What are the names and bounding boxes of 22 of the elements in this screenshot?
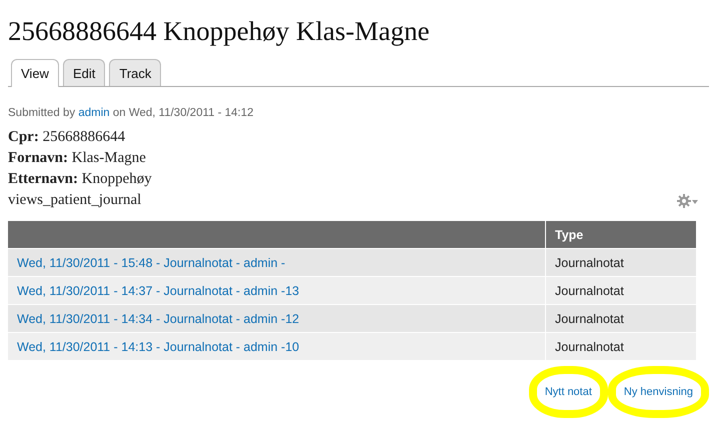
field-line: Etternavn: Knoppehøy xyxy=(8,170,153,189)
table-cell: Journalnotat xyxy=(546,248,696,276)
field-line: Fornavn: Klas-Magne xyxy=(8,149,147,168)
field-line: Cpr: 25668886644 xyxy=(8,128,126,147)
table-cell: Journalnotat xyxy=(546,332,696,360)
journal-link[interactable]: Wed, 11/30/2011 - 14:13 - Journalnotat - admin -10 xyxy=(17,340,300,354)
column-header: Type xyxy=(546,221,696,248)
journal-link[interactable]: Wed, 11/30/2011 - 14:37 - Journalnotat - admin -13 xyxy=(17,284,300,298)
action-link[interactable]: Nytt notat xyxy=(528,366,608,418)
view-name: views_patient_journal xyxy=(8,191,142,210)
tab[interactable]: Edit xyxy=(62,59,106,86)
table-cell: Journalnotat xyxy=(546,304,696,332)
submitted-line: Submitted by admin on Wed, 11/30/2011 - 14:12 xyxy=(8,107,255,119)
tab[interactable]: Track xyxy=(109,59,162,86)
table-cell: Journalnotat xyxy=(546,276,696,304)
page-title: 25668886644 Knoppehøy Klas-Magne xyxy=(8,16,430,47)
journal-link[interactable]: Wed, 11/30/2011 - 15:48 - Journalnotat - admin - xyxy=(17,256,286,270)
tab[interactable]: View xyxy=(11,59,59,87)
action-link[interactable]: Ny henvisning xyxy=(608,366,709,418)
author-link[interactable]: admin xyxy=(78,107,110,119)
gear-icon[interactable] xyxy=(677,194,699,208)
journal-link[interactable]: Wed, 11/30/2011 - 14:34 - Journalnotat - admin -12 xyxy=(17,312,300,326)
